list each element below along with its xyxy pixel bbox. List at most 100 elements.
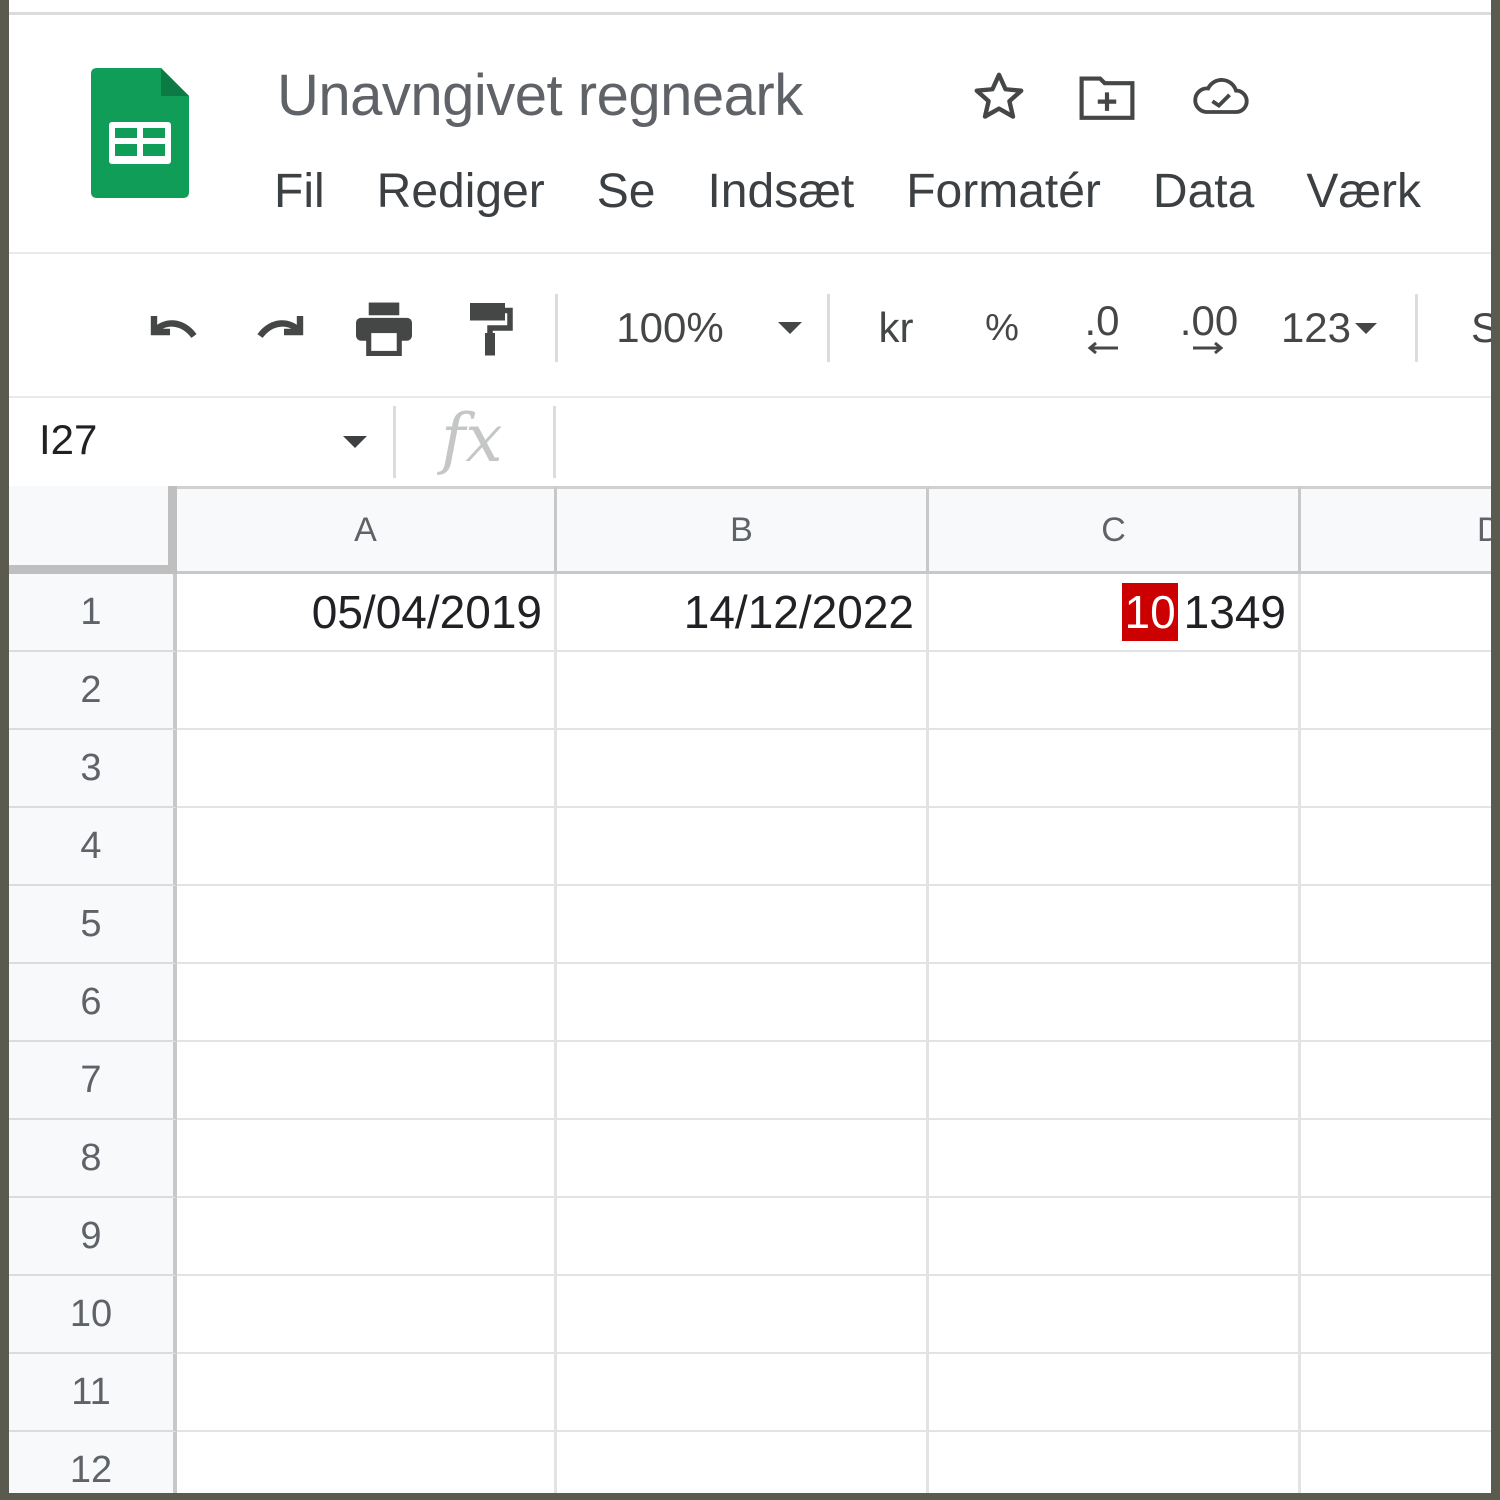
menu-vaerktojer[interactable]: Værk bbox=[1306, 164, 1421, 219]
cell-a6[interactable] bbox=[177, 964, 557, 1042]
increase-decimal-label: .00 bbox=[1179, 297, 1239, 344]
cell-c1-text: 1349 bbox=[1183, 586, 1286, 638]
undo-icon[interactable] bbox=[137, 282, 211, 374]
row-header[interactable]: 8 bbox=[9, 1120, 177, 1198]
column-header-c[interactable]: C bbox=[929, 486, 1301, 574]
cell-d10[interactable] bbox=[1301, 1276, 1491, 1354]
toolbar-separator bbox=[555, 294, 558, 362]
cell-a8[interactable] bbox=[177, 1120, 557, 1198]
sheets-logo-icon[interactable] bbox=[89, 66, 191, 200]
cell-c11[interactable] bbox=[929, 1354, 1301, 1432]
cell-c6[interactable] bbox=[929, 964, 1301, 1042]
row-header[interactable]: 9 bbox=[9, 1198, 177, 1276]
cell-c8[interactable] bbox=[929, 1120, 1301, 1198]
document-title[interactable]: Unavngivet regneark bbox=[277, 62, 803, 129]
formula-input[interactable] bbox=[569, 408, 1491, 474]
select-all-corner[interactable] bbox=[9, 486, 177, 574]
cell-d3[interactable] bbox=[1301, 730, 1491, 808]
cell-d1[interactable] bbox=[1301, 574, 1491, 652]
menu-fil[interactable]: Fil bbox=[274, 164, 325, 219]
menu-data[interactable]: Data bbox=[1153, 164, 1254, 219]
cell-a1[interactable]: 05/04/2019 bbox=[177, 574, 557, 652]
cell-a4[interactable] bbox=[177, 808, 557, 886]
font-select[interactable]: S bbox=[1471, 282, 1491, 374]
paint-format-icon[interactable] bbox=[453, 282, 527, 374]
cell-b1[interactable]: 14/12/2022 bbox=[557, 574, 929, 652]
move-to-folder-icon[interactable] bbox=[1077, 66, 1137, 128]
name-box[interactable]: I27 bbox=[39, 416, 97, 464]
toolbar: 100% kr % .0 .00 123 S bbox=[9, 282, 1491, 374]
row-header[interactable]: 12 bbox=[9, 1432, 177, 1493]
cell-d6[interactable] bbox=[1301, 964, 1491, 1042]
row-header[interactable]: 7 bbox=[9, 1042, 177, 1120]
cell-b4[interactable] bbox=[557, 808, 929, 886]
cell-c3[interactable] bbox=[929, 730, 1301, 808]
row-header[interactable]: 1 bbox=[9, 574, 177, 652]
column-header-a[interactable]: A bbox=[177, 486, 557, 574]
chevron-down-icon[interactable] bbox=[343, 436, 367, 448]
cell-d9[interactable] bbox=[1301, 1198, 1491, 1276]
cell-b8[interactable] bbox=[557, 1120, 929, 1198]
row-header[interactable]: 4 bbox=[9, 808, 177, 886]
cell-d7[interactable] bbox=[1301, 1042, 1491, 1120]
column-header-d[interactable]: D bbox=[1301, 486, 1491, 574]
row-header[interactable]: 5 bbox=[9, 886, 177, 964]
cell-c9[interactable] bbox=[929, 1198, 1301, 1276]
menu-formater[interactable]: Formatér bbox=[906, 164, 1101, 219]
cell-c4[interactable] bbox=[929, 808, 1301, 886]
cell-b10[interactable] bbox=[557, 1276, 929, 1354]
column-header-b[interactable]: B bbox=[557, 486, 929, 574]
cell-b11[interactable] bbox=[557, 1354, 929, 1432]
arrow-left-icon bbox=[1087, 341, 1118, 355]
cell-a9[interactable] bbox=[177, 1198, 557, 1276]
row-header[interactable]: 10 bbox=[9, 1276, 177, 1354]
cell-d2[interactable] bbox=[1301, 652, 1491, 730]
cell-a10[interactable] bbox=[177, 1276, 557, 1354]
cell-d12[interactable] bbox=[1301, 1432, 1491, 1493]
cell-b12[interactable] bbox=[557, 1432, 929, 1493]
increase-decimal-button[interactable]: .00 bbox=[1167, 282, 1251, 374]
cell-a12[interactable] bbox=[177, 1432, 557, 1493]
percent-format-button[interactable]: % bbox=[969, 282, 1035, 374]
cell-c7[interactable] bbox=[929, 1042, 1301, 1120]
more-formats-button[interactable]: 123 bbox=[1267, 282, 1391, 374]
cell-a11[interactable] bbox=[177, 1354, 557, 1432]
cell-d5[interactable] bbox=[1301, 886, 1491, 964]
menu-rediger[interactable]: Rediger bbox=[377, 164, 545, 219]
cell-a5[interactable] bbox=[177, 886, 557, 964]
cell-c2[interactable] bbox=[929, 652, 1301, 730]
cell-b7[interactable] bbox=[557, 1042, 929, 1120]
row-header[interactable]: 11 bbox=[9, 1354, 177, 1432]
cell-b9[interactable] bbox=[557, 1198, 929, 1276]
cell-c1[interactable]: 10 1349 bbox=[929, 574, 1301, 652]
cell-c10[interactable] bbox=[929, 1276, 1301, 1354]
row-header[interactable]: 3 bbox=[9, 730, 177, 808]
cell-c5[interactable] bbox=[929, 886, 1301, 964]
cloud-status-icon[interactable] bbox=[1191, 66, 1251, 128]
cell-b6[interactable] bbox=[557, 964, 929, 1042]
decrease-decimal-button[interactable]: .0 bbox=[1063, 282, 1141, 374]
star-icon[interactable] bbox=[969, 66, 1029, 128]
cell-b2[interactable] bbox=[557, 652, 929, 730]
menu-se[interactable]: Se bbox=[597, 164, 656, 219]
cell-a3[interactable] bbox=[177, 730, 557, 808]
zoom-select[interactable]: 100% bbox=[599, 282, 819, 374]
redo-icon[interactable] bbox=[243, 282, 317, 374]
menu-indsaet[interactable]: Indsæt bbox=[707, 164, 854, 219]
zoom-value: 100% bbox=[616, 304, 724, 351]
formula-bar: I27 fx bbox=[9, 398, 1491, 484]
row-header[interactable]: 6 bbox=[9, 964, 177, 1042]
more-formats-label: 123 bbox=[1280, 304, 1352, 351]
cell-d11[interactable] bbox=[1301, 1354, 1491, 1432]
cell-b5[interactable] bbox=[557, 886, 929, 964]
print-icon[interactable] bbox=[347, 282, 421, 374]
cell-b3[interactable] bbox=[557, 730, 929, 808]
cell-a2[interactable] bbox=[177, 652, 557, 730]
cell-d4[interactable] bbox=[1301, 808, 1491, 886]
row-header[interactable]: 2 bbox=[9, 652, 177, 730]
currency-format-button[interactable]: kr bbox=[861, 282, 931, 374]
cell-d8[interactable] bbox=[1301, 1120, 1491, 1198]
cell-c12[interactable] bbox=[929, 1432, 1301, 1493]
cell-a7[interactable] bbox=[177, 1042, 557, 1120]
currency-label: kr bbox=[878, 304, 914, 351]
